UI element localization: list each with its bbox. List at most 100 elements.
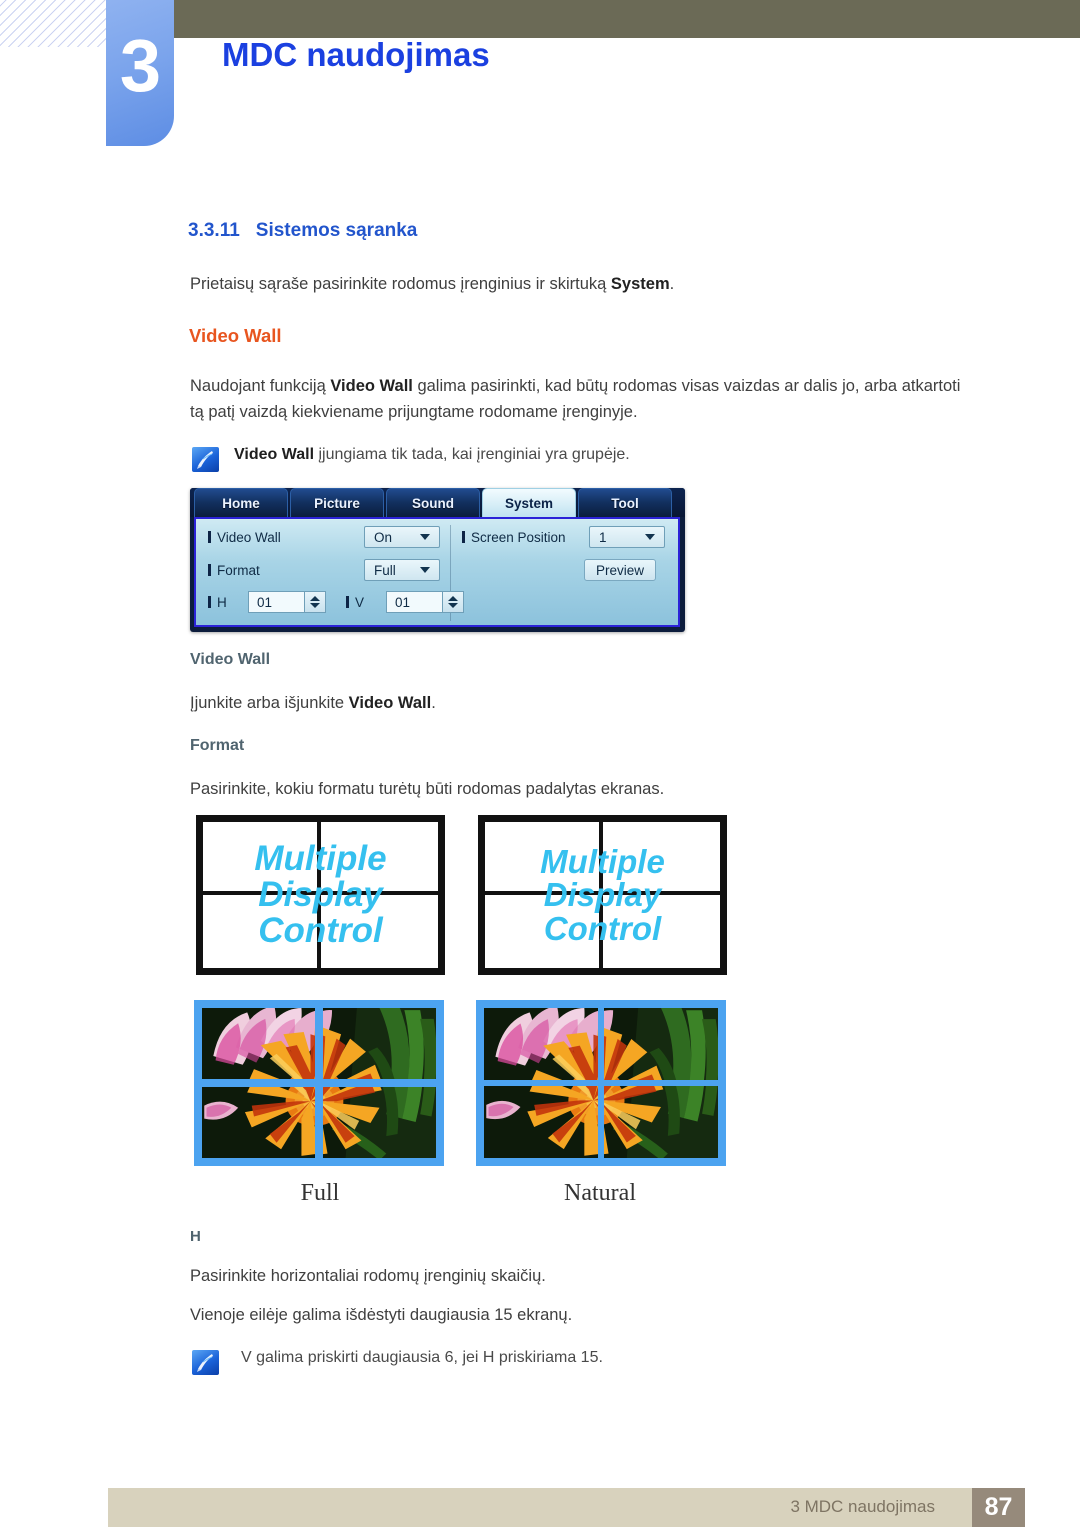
flower-image-quadrant — [323, 1008, 436, 1079]
note-1-text: Video Wall įjungiama tik tada, kai įreng… — [234, 446, 630, 464]
bullet-marker-icon — [208, 596, 211, 608]
photo-wall-cell — [323, 1087, 436, 1158]
subsection-heading-format: Format — [190, 737, 245, 754]
mdc-combo-screen-position[interactable]: 1 — [589, 526, 665, 548]
mdc-label-v: V — [346, 595, 364, 610]
mdc-label-v-text: V — [355, 595, 365, 610]
mdc-spinner-h-value[interactable]: 01 — [248, 591, 304, 613]
flower-image-quadrant — [202, 1008, 315, 1079]
mdc-combo-video-wall[interactable]: On — [364, 526, 440, 548]
photo-wall-full-grid — [202, 1008, 436, 1158]
footer-text: 3 MDC naudojimas — [790, 1497, 935, 1516]
wall-grid-full — [203, 822, 438, 968]
wall-diagram-natural-text: Multiple Display Control — [478, 815, 727, 975]
note-1-rest: įjungiama tik tada, kai įrenginiai yra g… — [314, 446, 630, 463]
wall-cell — [603, 895, 721, 968]
intro-text-after: . — [669, 275, 675, 293]
mdc-spinner-h[interactable]: 01 — [248, 591, 326, 613]
mdc-panel-body: Video Wall On Format Full H 01 V 01 Scre… — [194, 517, 680, 627]
photo-wall-cell — [202, 1087, 315, 1158]
wall-cell — [203, 822, 321, 895]
intro-text-before: Prietaisų sąraše pasirinkite rodomus įre… — [190, 275, 611, 293]
mdc-tab-picture[interactable]: Picture — [290, 488, 384, 517]
note-pen-icon — [192, 447, 219, 472]
mdc-spinner-v-value[interactable]: 01 — [386, 591, 442, 613]
mdc-combo-format-value: Full — [374, 562, 396, 578]
subsection-heading-video-wall: Video Wall — [190, 651, 271, 668]
section-number: 3.3.11 — [188, 220, 240, 241]
flower-image-quadrant — [323, 1087, 436, 1158]
wall-cell — [485, 822, 603, 895]
photo-wall-cell — [484, 1008, 598, 1080]
video-wall-paragraph-line1: Naudojant funkciją Video Wall galima pas… — [190, 374, 960, 400]
caret-down-icon[interactable] — [448, 603, 458, 608]
caret-up-icon[interactable] — [310, 596, 320, 601]
note-1-bold: Video Wall — [234, 446, 315, 463]
mdc-panel-screenshot: Home Picture Sound System Tool Video Wal… — [190, 488, 685, 632]
photo-wall-cell — [484, 1086, 598, 1158]
mdc-spinner-v[interactable]: 01 — [386, 591, 464, 613]
mdc-tab-system[interactable]: System — [482, 488, 576, 517]
subsection-body-format: Pasirinkite, kokiu formatu turėtų būti r… — [190, 780, 665, 798]
chapter-title: MDC naudojimas — [222, 36, 490, 73]
wall-cell — [485, 895, 603, 968]
mdc-label-screen-position-text: Screen Position — [471, 530, 566, 545]
photo-wall-natural-grid — [484, 1008, 718, 1158]
caption-full: Full — [300, 1180, 340, 1206]
photo-wall-full — [194, 1000, 444, 1166]
wall-cell — [203, 895, 321, 968]
mdc-combo-format[interactable]: Full — [364, 559, 440, 581]
mdc-label-screen-position: Screen Position — [462, 530, 566, 545]
mdc-tab-tool[interactable]: Tool — [578, 488, 672, 517]
decorative-hatch-pattern — [0, 0, 108, 47]
intro-paragraph: Prietaisų sąraše pasirinkite rodomus įre… — [190, 272, 674, 298]
photo-wall-cell — [604, 1008, 718, 1080]
page-number-box: 87 — [972, 1488, 1025, 1527]
mdc-label-format-text: Format — [217, 563, 260, 578]
vw-body-c: . — [431, 694, 436, 712]
wall-cell — [321, 895, 439, 968]
subsection-body-video-wall: Įjunkite arba išjunkite Video Wall. — [190, 691, 436, 717]
caret-up-icon[interactable] — [448, 596, 458, 601]
mdc-label-video-wall: Video Wall — [208, 530, 281, 545]
flower-image-quadrant — [604, 1086, 718, 1158]
wall-cell — [602, 822, 720, 895]
vw-line1-a: Naudojant funkciją — [190, 377, 331, 395]
wall-diagram-full-text: Multiple Display Control — [196, 815, 445, 975]
video-wall-orange-heading: Video Wall — [189, 325, 282, 346]
mdc-tab-home[interactable]: Home — [194, 488, 288, 517]
mdc-label-format: Format — [208, 563, 260, 578]
note-pen-icon-glyph — [197, 451, 213, 469]
flower-image-quadrant — [202, 1087, 315, 1158]
bullet-marker-icon — [346, 596, 349, 608]
mdc-spinner-h-buttons[interactable] — [304, 591, 326, 613]
header-olive-bar — [108, 0, 1080, 38]
mdc-tab-sound[interactable]: Sound — [386, 488, 480, 517]
flower-image-quadrant — [484, 1086, 598, 1158]
caret-down-icon[interactable] — [310, 603, 320, 608]
caption-natural: Natural — [564, 1180, 636, 1206]
wall-grid-natural — [485, 822, 720, 968]
chapter-number-tab: 3 — [106, 0, 174, 146]
mdc-preview-button[interactable]: Preview — [584, 559, 656, 581]
subsection-heading-h: H — [190, 1228, 201, 1245]
flower-image-quadrant — [484, 1008, 598, 1080]
section-heading: 3.3.11 Sistemos sąranka — [188, 220, 417, 242]
wall-cell — [320, 822, 438, 895]
photo-wall-cell — [202, 1008, 315, 1079]
mdc-combo-screen-position-value: 1 — [599, 529, 607, 545]
subsection-body-h-line2: Vienoje eilėje galima išdėstyti daugiaus… — [190, 1306, 573, 1324]
mdc-tab-bar: Home Picture Sound System Tool — [190, 488, 685, 517]
subsection-body-h-line1: Pasirinkite horizontaliai rodomų įrengin… — [190, 1267, 546, 1285]
chevron-down-icon — [645, 534, 655, 540]
vw-line1-c: galima pasirinkti, kad būtų rodomas visa… — [412, 377, 961, 395]
mdc-combo-video-wall-value: On — [374, 529, 393, 545]
note-pen-icon-glyph — [197, 1354, 213, 1372]
vw-line1-bold: Video Wall — [330, 377, 413, 395]
mdc-label-video-wall-text: Video Wall — [217, 530, 281, 545]
chevron-down-icon — [420, 534, 430, 540]
mdc-label-h-text: H — [217, 595, 227, 610]
mdc-spinner-v-buttons[interactable] — [442, 591, 464, 613]
intro-text-bold: System — [610, 275, 670, 293]
note-pen-icon — [192, 1350, 219, 1375]
